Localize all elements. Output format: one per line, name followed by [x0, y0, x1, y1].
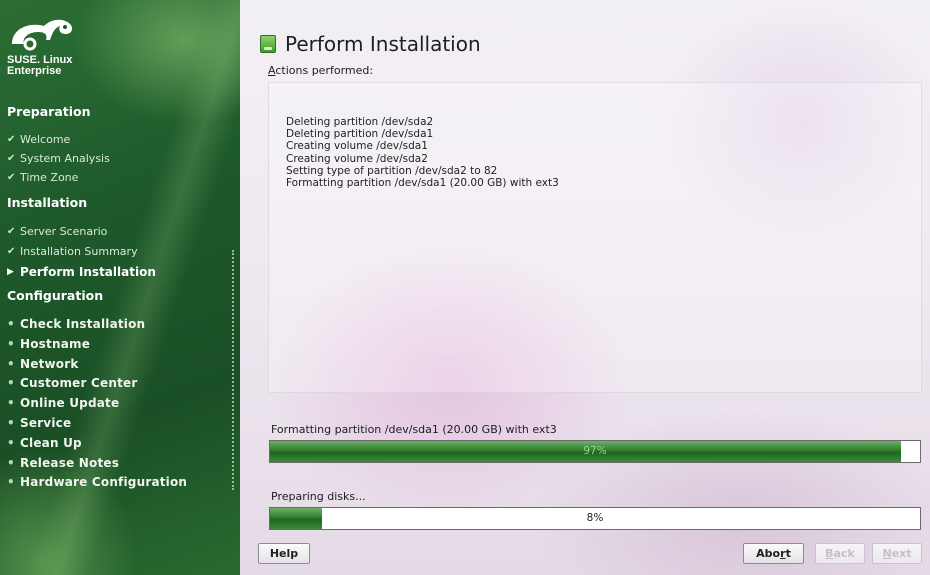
section-configuration: Configuration — [7, 288, 104, 303]
help-button[interactable]: Help — [258, 543, 310, 564]
sidebar: SUSE. Linux Enterprise Preparation ✔ Welc… — [0, 0, 240, 575]
sidebar-step-check-installation: • Check Installation — [7, 316, 145, 332]
sidebar-step-label: Time Zone — [20, 171, 79, 184]
progress-bar-overall: 8% — [269, 507, 921, 530]
main-panel: Perform Installation Actions performed: … — [240, 0, 930, 575]
bullet-icon: • — [7, 455, 15, 470]
next-button[interactable]: Next — [872, 543, 922, 564]
sidebar-step-label: System Analysis — [20, 152, 110, 165]
log-line: Formatting partition /dev/sda1 (20.00 GB… — [286, 177, 559, 190]
actions-performed-label: Actions performed: — [268, 64, 373, 77]
sidebar-step-label: Hardware Configuration — [20, 475, 188, 490]
log-line: Creating volume /dev/sda2 — [286, 152, 428, 165]
sidebar-step-label: Welcome — [20, 133, 71, 146]
sidebar-step-label: Check Installation — [20, 317, 146, 331]
checkmark-icon: ✔ — [7, 172, 16, 183]
sidebar-step-hardware-configuration: • Hardware Configuration — [7, 474, 187, 490]
sidebar-step-release-notes: • Release Notes — [7, 455, 119, 471]
sidebar-step-time-zone: ✔ Time Zone — [7, 170, 78, 186]
progress-percent: 8% — [586, 512, 604, 524]
next-label-mnemonic: N — [882, 547, 892, 560]
checkmark-icon: ✔ — [7, 153, 16, 164]
bullet-icon: • — [7, 435, 15, 450]
sidebar-step-network: • Network — [7, 356, 79, 372]
sidebar-step-label: Clean Up — [20, 435, 82, 450]
sidebar-step-label: Server Scenario — [20, 225, 108, 238]
sidebar-step-clean-up: • Clean Up — [7, 435, 82, 451]
sidebar-step-label: Hostname — [20, 336, 91, 351]
sidebar-step-server-scenario: ✔ Server Scenario — [7, 224, 107, 240]
bullet-icon: • — [7, 317, 15, 331]
bullet-icon: • — [7, 376, 15, 391]
sidebar-resize-handle[interactable] — [232, 250, 236, 490]
sidebar-step-label: Network — [20, 356, 79, 371]
checkmark-icon: ✔ — [7, 226, 16, 237]
sidebar-step-perform-installation: ▶ Perform Installation — [7, 264, 156, 280]
brand-line-2: Enterprise — [7, 65, 62, 77]
sidebar-step-label: Installation Summary — [20, 245, 138, 258]
bullet-icon: • — [7, 396, 15, 411]
log-line: Deleting partition /dev/sda2 — [286, 116, 434, 128]
progress-percent: 97% — [583, 445, 607, 457]
sidebar-step-label: Release Notes — [20, 455, 120, 470]
back-button[interactable]: Back — [815, 543, 865, 564]
progress1-label: Formatting partition /dev/sda1 (20.00 GB… — [271, 423, 557, 436]
back-label-mnemonic: B — [825, 547, 834, 560]
sidebar-step-label: Perform Installation — [20, 265, 156, 279]
log-line: Setting type of partition /dev/sda2 to 8… — [286, 164, 498, 177]
back-label-text: ack — [833, 547, 855, 560]
abort-button[interactable]: Abort — [743, 543, 804, 564]
sidebar-step-service: • Service — [7, 415, 71, 431]
section-installation: Installation — [7, 195, 88, 210]
checkmark-icon: ✔ — [7, 246, 16, 257]
log-lines: Deleting partition /dev/sda2 Deleting par… — [286, 116, 559, 189]
abort-label-b: t — [785, 547, 791, 560]
chameleon-logo-icon — [12, 19, 73, 51]
bullet-icon: • — [7, 416, 15, 430]
sidebar-step-online-update: • Online Update — [7, 395, 119, 411]
abort-label-a: Abo — [756, 547, 781, 560]
progress-panel: Formatting partition /dev/sda1 (20.00 GB… — [240, 395, 930, 575]
sidebar-step-hostname: • Hostname — [7, 336, 90, 352]
bullet-icon: • — [7, 356, 15, 371]
log-line: Creating volume /dev/sda1 — [286, 140, 428, 153]
sidebar-step-label: Online Update — [20, 396, 120, 411]
progress-bar-current-action: 97% — [269, 440, 921, 463]
page-title: Perform Installation — [285, 32, 481, 56]
sidebar-step-system-analysis: ✔ System Analysis — [7, 151, 110, 167]
install-package-icon — [260, 35, 276, 53]
log-line: Deleting partition /dev/sda1 — [286, 128, 434, 141]
brand-name: SUSE. Linux Enterprise — [7, 55, 72, 77]
next-label-text: ext — [891, 547, 912, 560]
sidebar-step-label: Customer Center — [20, 376, 138, 391]
page-header: Perform Installation — [260, 32, 481, 56]
bullet-icon: • — [7, 336, 15, 351]
sidebar-step-welcome: ✔ Welcome — [7, 132, 70, 148]
section-preparation: Preparation — [7, 104, 91, 119]
bullet-icon: • — [7, 475, 15, 490]
actions-log[interactable]: Deleting partition /dev/sda2 Deleting par… — [268, 82, 922, 393]
sidebar-step-installation-summary: ✔ Installation Summary — [7, 244, 138, 260]
progress2-label: Preparing disks... — [271, 490, 366, 503]
sidebar-step-label: Service — [20, 416, 72, 430]
checkmark-icon: ✔ — [7, 134, 16, 145]
actions-label-text: ctions performed: — [275, 64, 374, 77]
sidebar-step-customer-center: • Customer Center — [7, 375, 138, 391]
arrow-right-icon: ▶ — [7, 267, 14, 277]
